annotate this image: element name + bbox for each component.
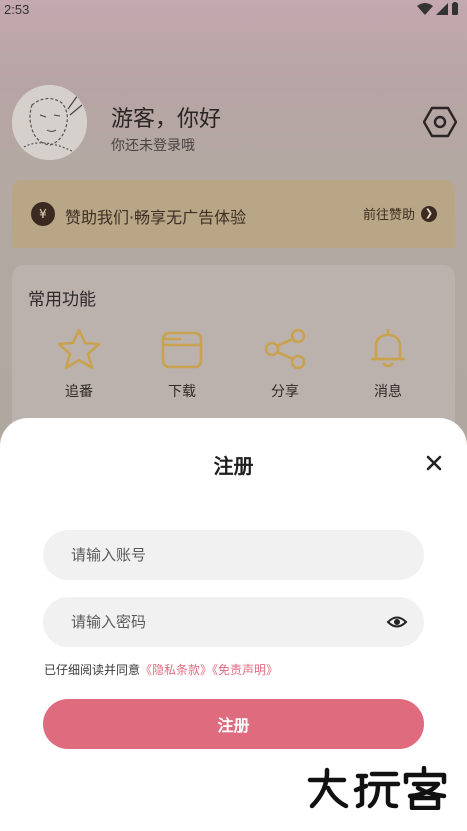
status-time: 2:53 bbox=[4, 2, 30, 17]
func-follow-label: 追番 bbox=[65, 384, 93, 400]
status-bar: 2:53 bbox=[0, 0, 467, 20]
register-title: 注册 bbox=[213, 454, 254, 478]
battery-icon bbox=[452, 2, 458, 15]
close-icon[interactable] bbox=[425, 454, 443, 472]
func-share[interactable]: 分享 bbox=[250, 327, 320, 401]
login-status-text[interactable]: 你还未登录哦 bbox=[111, 135, 195, 155]
func-download-label: 下载 bbox=[168, 384, 196, 400]
agreement-text: 已仔细阅读并同意《隐私条款》《免责声明》 bbox=[44, 661, 278, 678]
sponsor-banner[interactable]: ¥ 赞助我们·畅享无广告体验 前往赞助 ❯ bbox=[12, 180, 455, 248]
eye-icon[interactable] bbox=[386, 612, 408, 632]
share-icon bbox=[264, 328, 306, 370]
avatar[interactable] bbox=[12, 85, 87, 160]
func-follow[interactable]: 追番 bbox=[44, 327, 114, 401]
func-download[interactable]: 下载 bbox=[147, 327, 217, 401]
func-message-label: 消息 bbox=[374, 384, 402, 400]
avatar-sketch-icon bbox=[12, 85, 87, 160]
star-icon bbox=[57, 328, 101, 370]
sponsor-title: 赞助我们·畅享无广告体验 bbox=[65, 208, 247, 227]
folder-icon bbox=[161, 331, 203, 369]
status-icons bbox=[417, 2, 459, 15]
yen-icon: ¥ bbox=[31, 202, 55, 226]
functions-title: 常用功能 bbox=[28, 290, 96, 310]
signal-icon bbox=[436, 2, 448, 15]
greeting-text: 游客，你好 bbox=[111, 107, 222, 132]
password-input[interactable] bbox=[43, 597, 424, 647]
watermark-logo bbox=[307, 766, 447, 810]
func-share-label: 分享 bbox=[271, 384, 299, 400]
func-message[interactable]: 消息 bbox=[353, 327, 423, 401]
privacy-link[interactable]: 《隐私条款》 bbox=[140, 663, 212, 677]
wifi-icon bbox=[417, 2, 433, 15]
register-button[interactable]: 注册 bbox=[43, 699, 424, 749]
account-input[interactable] bbox=[43, 530, 424, 580]
sponsor-go-button[interactable]: 前往赞助 ❯ bbox=[363, 204, 437, 223]
agreement-prefix: 已仔细阅读并同意 bbox=[44, 663, 141, 677]
disclaimer-link[interactable]: 《免责声明》 bbox=[212, 663, 278, 677]
bell-icon bbox=[371, 329, 405, 368]
sponsor-go-label: 前往赞助 bbox=[362, 208, 415, 223]
profile-header: 游客，你好 你还未登录哦 bbox=[12, 85, 457, 160]
settings-icon[interactable] bbox=[423, 105, 457, 139]
common-functions-panel: 常用功能 追番 下载 分享 消息 bbox=[12, 265, 455, 435]
chevron-right-icon: ❯ bbox=[421, 205, 437, 222]
